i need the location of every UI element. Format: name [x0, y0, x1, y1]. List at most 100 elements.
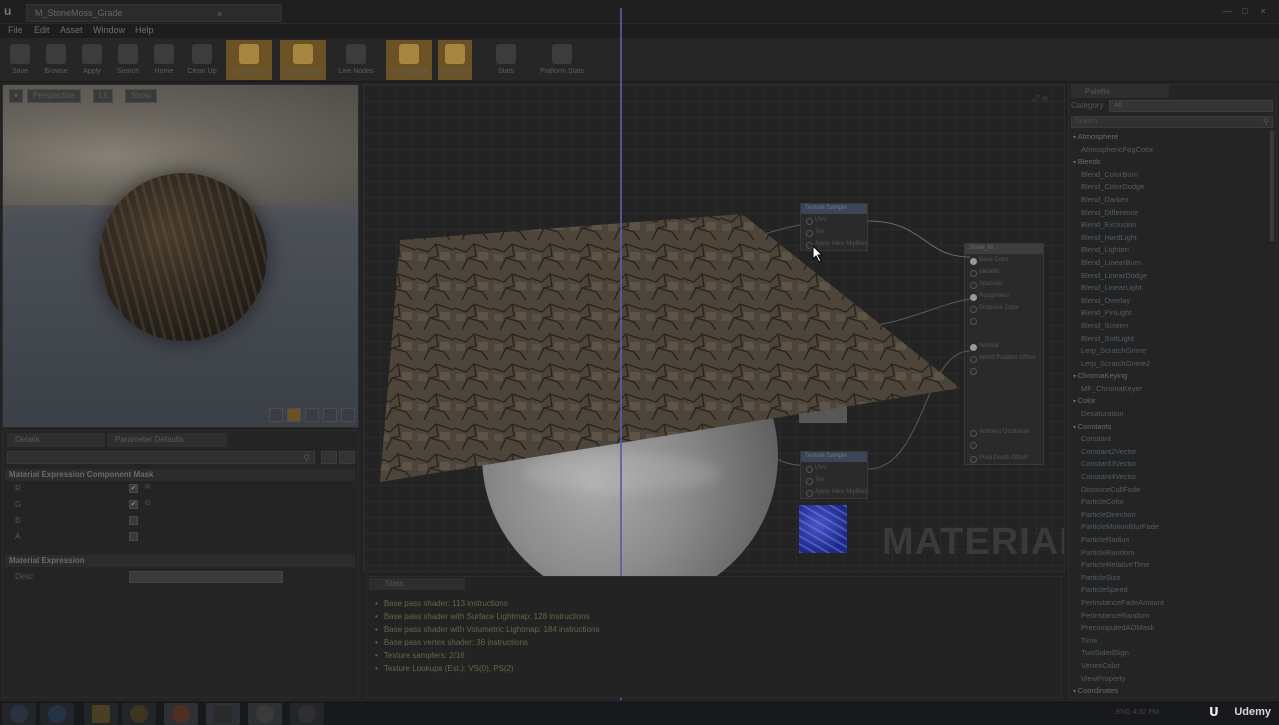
palette-item[interactable]: DistanceCullFade: [1071, 484, 1267, 497]
palette-item[interactable]: ParticleDirection: [1071, 509, 1267, 522]
palette-item[interactable]: PerInstanceRandom: [1071, 610, 1267, 623]
palette-item[interactable]: MF_ChromaKeyer: [1071, 383, 1267, 396]
stats-button[interactable]: Stats: [484, 40, 528, 80]
palette-item[interactable]: Desaturation: [1071, 408, 1267, 421]
live-update-button[interactable]: Live Update: [386, 40, 432, 80]
preview-viewport[interactable]: ▾ Perspective Lit Show: [2, 84, 359, 428]
menu-window[interactable]: Window: [93, 25, 125, 35]
property-matrix-button[interactable]: [321, 451, 337, 464]
palette-item[interactable]: ViewProperty: [1071, 673, 1267, 686]
palette-category[interactable]: ChromaKeying: [1071, 370, 1267, 383]
taskbar-explorer[interactable]: [84, 703, 118, 725]
palette-item[interactable]: ParticleColor: [1071, 496, 1267, 509]
start-button[interactable]: [2, 703, 36, 725]
palette-item[interactable]: Blend_LinearLight: [1071, 282, 1267, 295]
palette-category[interactable]: Color: [1071, 395, 1267, 408]
palette-item[interactable]: ParticleRelativeTime: [1071, 559, 1267, 572]
maximize-button[interactable]: □: [1240, 6, 1250, 16]
palette-item[interactable]: Blend_LinearDodge: [1071, 270, 1267, 283]
browse-button[interactable]: Browse: [36, 40, 76, 80]
palette-item[interactable]: Blend_SoftLight: [1071, 333, 1267, 346]
perspective-button[interactable]: Perspective: [27, 89, 81, 103]
palette-item[interactable]: ParticleRandom: [1071, 547, 1267, 560]
home-button[interactable]: Home: [144, 40, 184, 80]
desc-input[interactable]: [129, 571, 283, 583]
tab-palette[interactable]: Palette: [1071, 85, 1169, 98]
taskbar-unreal[interactable]: [248, 703, 282, 725]
palette-item[interactable]: Constant4Vector: [1071, 471, 1267, 484]
palette-item[interactable]: Blend_Lighten: [1071, 244, 1267, 257]
palette-category[interactable]: Constants: [1071, 421, 1267, 434]
taskbar-firefox[interactable]: [164, 703, 198, 725]
taskbar-app[interactable]: [206, 703, 240, 725]
palette-item[interactable]: Blend_Difference: [1071, 207, 1267, 220]
show-button[interactable]: Show: [125, 89, 158, 103]
menu-asset[interactable]: Asset: [60, 25, 83, 35]
tab-stats[interactable]: Stats: [369, 578, 465, 590]
mask-b-checkbox[interactable]: [129, 516, 138, 525]
live-preview-button[interactable]: Live Preview: [280, 40, 326, 80]
menu-file[interactable]: File: [8, 25, 23, 35]
palette-item[interactable]: Blend_LinearBurn: [1071, 257, 1267, 270]
mask-a-checkbox[interactable]: [129, 532, 138, 541]
document-tab[interactable]: M_StoneMoss_Grade ×: [26, 4, 282, 22]
taskbar-obs[interactable]: [290, 703, 324, 725]
palette-item[interactable]: Blend_Screen: [1071, 320, 1267, 333]
palette-item[interactable]: Blend_ColorBurn: [1071, 169, 1267, 182]
section-material-expression[interactable]: Material Expression: [5, 555, 355, 567]
palette-category[interactable]: Atmosphere: [1071, 131, 1267, 144]
mask-r-checkbox[interactable]: ✔: [129, 484, 138, 493]
details-search-input[interactable]: ⚲: [7, 451, 315, 464]
palette-item[interactable]: Blend_Darken: [1071, 194, 1267, 207]
sphere-preview-icon[interactable]: [287, 408, 301, 422]
save-button[interactable]: Save: [0, 40, 40, 80]
tab-parameter-defaults[interactable]: Parameter Defaults: [107, 433, 227, 447]
palette-item[interactable]: Blend_HardLight: [1071, 232, 1267, 245]
palette-category[interactable]: Coordinates: [1071, 685, 1267, 697]
palette-item[interactable]: Constant: [1071, 433, 1267, 446]
menu-help[interactable]: Help: [135, 25, 154, 35]
connectors-button[interactable]: Connectors: [226, 40, 272, 80]
category-dropdown[interactable]: All: [1109, 100, 1273, 112]
viewport-menu-button[interactable]: ▾: [9, 89, 23, 103]
palette-item[interactable]: Blend_ColorDodge: [1071, 181, 1267, 194]
palette-item[interactable]: VertexColor: [1071, 660, 1267, 673]
palette-item[interactable]: PerInstanceFadeAmount: [1071, 597, 1267, 610]
palette-category[interactable]: Blends: [1071, 156, 1267, 169]
lit-button[interactable]: Lit: [93, 89, 114, 103]
palette-item[interactable]: ParticleSpeed: [1071, 584, 1267, 597]
hide-unrelated-button[interactable]: Hide Unrelated: [438, 40, 472, 80]
plane-preview-icon[interactable]: [305, 408, 319, 422]
close-window-button[interactable]: ×: [1258, 6, 1268, 16]
palette-item[interactable]: ParticleRadius: [1071, 534, 1267, 547]
apply-button[interactable]: Apply: [72, 40, 112, 80]
palette-item[interactable]: TwoSidedSign: [1071, 647, 1267, 660]
palette-search-input[interactable]: Search ⚲: [1071, 116, 1273, 128]
platform-stats-button[interactable]: Platform Stats: [540, 40, 584, 80]
palette-item[interactable]: ParticleSize: [1071, 572, 1267, 585]
palette-item[interactable]: Constant3Vector: [1071, 458, 1267, 471]
search-button[interactable]: Search: [108, 40, 148, 80]
palette-item[interactable]: Lerp_ScratchGrime2: [1071, 358, 1267, 371]
cylinder-preview-icon[interactable]: [269, 408, 283, 422]
clean-up-button[interactable]: Clean Up: [182, 40, 222, 80]
palette-item[interactable]: Time: [1071, 635, 1267, 648]
taskbar-media[interactable]: [122, 703, 156, 725]
palette-scrollbar[interactable]: [1270, 131, 1274, 241]
cube-preview-icon[interactable]: [323, 408, 337, 422]
palette-item[interactable]: Lerp_ScratchGrime: [1071, 345, 1267, 358]
menu-edit[interactable]: Edit: [34, 25, 50, 35]
palette-item[interactable]: Constant2Vector: [1071, 446, 1267, 459]
palette-item[interactable]: PrecomputedAOMask: [1071, 622, 1267, 635]
palette-item[interactable]: AtmosphericFogColor: [1071, 144, 1267, 157]
tab-details[interactable]: Details: [7, 433, 105, 447]
minimize-button[interactable]: —: [1222, 6, 1232, 16]
taskbar-ie[interactable]: [40, 703, 74, 725]
close-tab-icon[interactable]: ×: [217, 9, 222, 19]
live-nodes-button[interactable]: Live Nodes: [336, 40, 376, 80]
palette-item[interactable]: ParticleMotionBlurFade: [1071, 521, 1267, 534]
mask-g-checkbox[interactable]: ✔: [129, 500, 138, 509]
section-component-mask[interactable]: Material Expression Component Mask: [5, 469, 355, 481]
palette-item[interactable]: Blend_Exclusion: [1071, 219, 1267, 232]
view-options-button[interactable]: [339, 451, 355, 464]
